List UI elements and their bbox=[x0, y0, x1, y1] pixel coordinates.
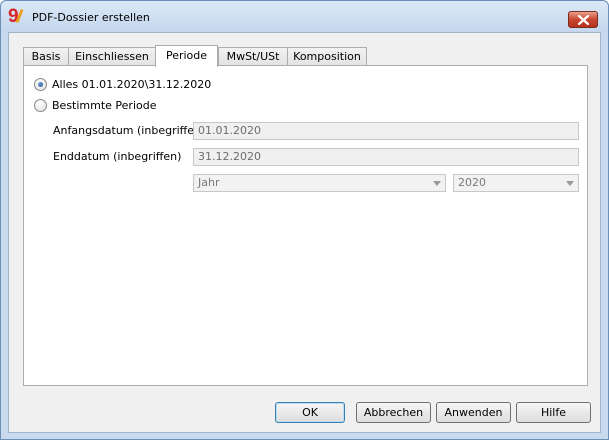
tab-periode[interactable]: Periode bbox=[155, 45, 218, 67]
option-specific-radio[interactable] bbox=[34, 99, 47, 112]
option-all-radio[interactable] bbox=[34, 78, 47, 91]
window-title: PDF-Dossier erstellen bbox=[32, 11, 150, 24]
tab-einschliessen[interactable]: Einschliessen bbox=[68, 47, 156, 66]
period-type-value: Jahr bbox=[198, 176, 220, 189]
end-date-field[interactable]: 31.12.2020 bbox=[193, 148, 579, 166]
close-button[interactable] bbox=[568, 11, 598, 28]
dialog-window: 9 PDF-Dossier erstellen Basis Einschlies… bbox=[0, 0, 609, 440]
start-date-field[interactable]: 01.01.2020 bbox=[193, 122, 579, 140]
tab-mwst-ust[interactable]: MwSt/USt bbox=[218, 47, 288, 66]
year-select[interactable]: 2020 bbox=[453, 174, 579, 192]
close-icon bbox=[578, 15, 589, 25]
option-all-label: Alles 01.01.2020\31.12.2020 bbox=[52, 78, 212, 91]
period-type-select[interactable]: Jahr bbox=[193, 174, 446, 192]
tab-komposition[interactable]: Komposition bbox=[287, 47, 367, 66]
tab-basis[interactable]: Basis bbox=[23, 47, 69, 66]
title-bar[interactable]: 9 PDF-Dossier erstellen bbox=[1, 1, 608, 33]
cancel-button[interactable]: Abbrechen bbox=[356, 402, 431, 423]
ok-button[interactable]: OK bbox=[275, 402, 345, 423]
chevron-down-icon bbox=[433, 181, 441, 186]
app-logo-icon: 9 bbox=[8, 7, 26, 27]
help-button[interactable]: Hilfe bbox=[516, 402, 591, 423]
start-date-label: Anfangsdatum (inbegriffen) bbox=[53, 124, 206, 137]
end-date-label: Enddatum (inbegriffen) bbox=[53, 150, 182, 163]
period-panel: Alles 01.01.2020\31.12.2020 Bestimmte Pe… bbox=[23, 65, 588, 386]
chevron-down-icon bbox=[566, 181, 574, 186]
apply-button[interactable]: Anwenden bbox=[436, 402, 511, 423]
dialog-body: Basis Einschliessen Periode MwSt/USt Kom… bbox=[8, 32, 601, 433]
year-value: 2020 bbox=[458, 176, 486, 189]
option-specific-label: Bestimmte Periode bbox=[52, 99, 157, 112]
